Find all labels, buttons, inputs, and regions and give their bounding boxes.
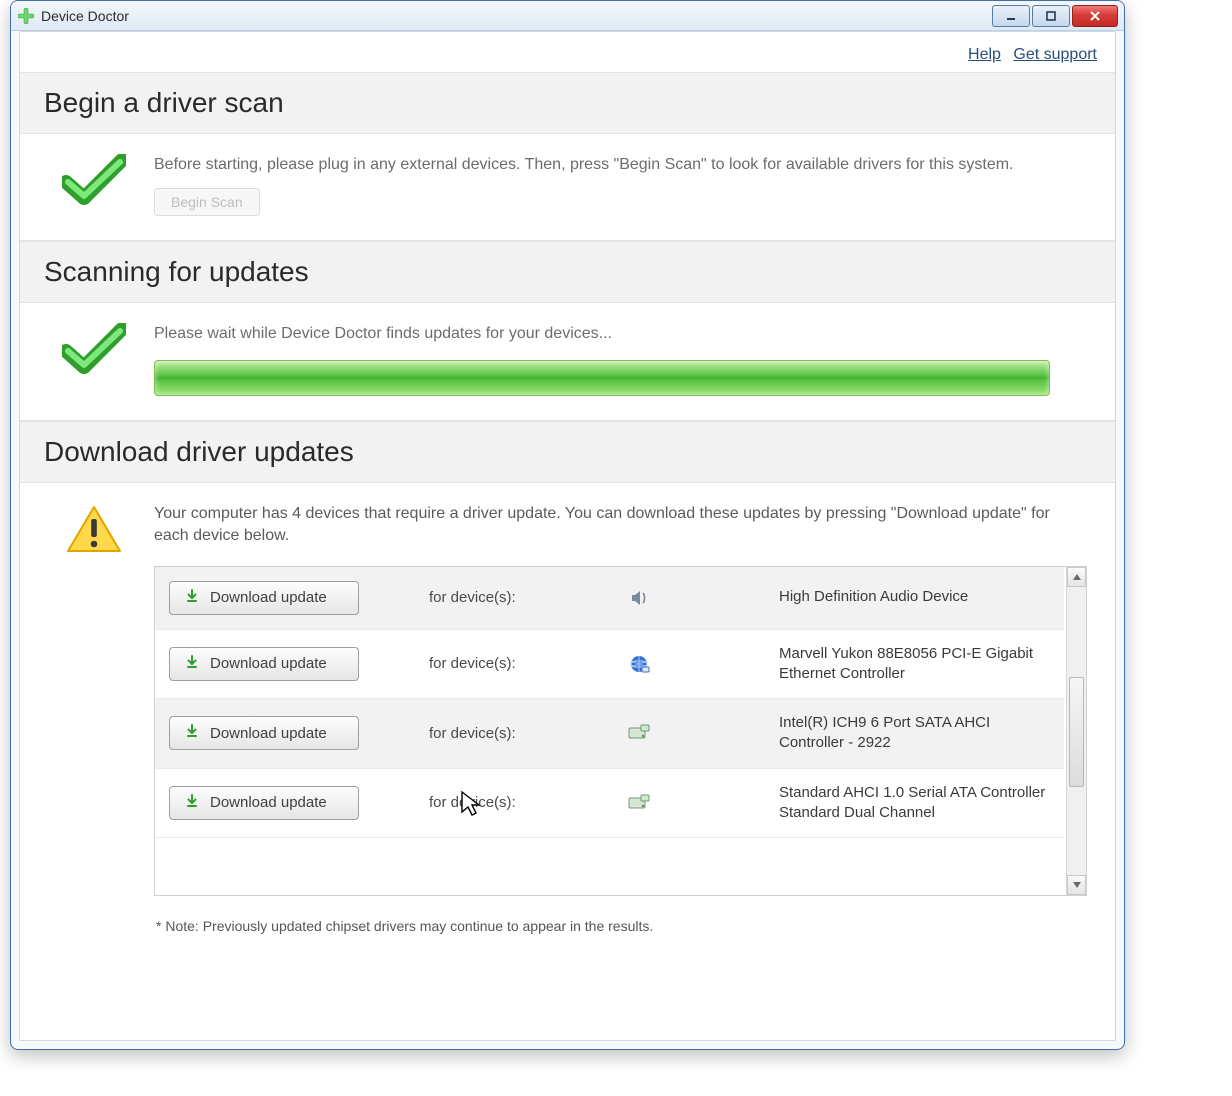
- scan-section-body: Before starting, please plug in any exte…: [20, 134, 1115, 241]
- download-section-heading: Download driver updates: [20, 421, 1115, 483]
- download-arrow-icon: [184, 793, 200, 813]
- begin-scan-button-label: Begin Scan: [171, 194, 243, 210]
- device-name: Standard AHCI 1.0 Serial ATA ControllerS…: [779, 783, 1050, 824]
- download-arrow-icon: [184, 588, 200, 608]
- scan-instructions: Before starting, please plug in any exte…: [154, 154, 1087, 176]
- scan-progress-bar: [154, 360, 1050, 396]
- device-name: Intel(R) ICH9 6 Port SATA AHCI Controlle…: [779, 713, 1050, 754]
- minimize-button[interactable]: [992, 5, 1030, 27]
- checkmark-icon: [62, 154, 126, 206]
- device-name: High Definition Audio Device: [779, 587, 1050, 607]
- scanning-section-heading: Scanning for updates: [20, 241, 1115, 303]
- download-list: Download update for device(s): High Defini…: [154, 566, 1087, 896]
- download-arrow-icon: [184, 654, 200, 674]
- download-update-button[interactable]: Download update: [169, 647, 359, 681]
- download-row: Download update for device(s): Intel(R) IC…: [155, 699, 1064, 769]
- download-update-button[interactable]: Download update: [169, 786, 359, 820]
- support-link[interactable]: Get support: [1013, 46, 1097, 63]
- scanning-status: Please wait while Device Doctor finds up…: [154, 323, 1087, 345]
- download-button-label: Download update: [210, 725, 327, 742]
- download-arrow-icon: [184, 723, 200, 743]
- scroll-track[interactable]: [1067, 587, 1086, 875]
- help-link[interactable]: Help: [968, 46, 1001, 63]
- download-update-button[interactable]: Download update: [169, 716, 359, 750]
- download-row: Download update for device(s): High Defini…: [155, 567, 1064, 630]
- warning-icon: [62, 503, 126, 555]
- titlebar[interactable]: Device Doctor: [11, 1, 1124, 31]
- client-area: Help Get support Begin a driver scan Bef…: [19, 31, 1116, 1041]
- download-summary: Your computer has 4 devices that require…: [154, 503, 1087, 548]
- app-title: Device Doctor: [41, 8, 129, 24]
- download-update-button[interactable]: Download update: [169, 581, 359, 615]
- scroll-up-button[interactable]: [1067, 567, 1086, 587]
- download-section-body: Your computer has 4 devices that require…: [20, 483, 1115, 958]
- scanning-section-body: Please wait while Device Doctor finds up…: [20, 303, 1115, 420]
- storage-icon: [619, 724, 659, 742]
- download-button-label: Download update: [210, 794, 327, 811]
- for-devices-label: for device(s):: [429, 589, 579, 606]
- begin-scan-button[interactable]: Begin Scan: [154, 188, 260, 216]
- for-devices-label: for device(s):: [429, 794, 579, 811]
- device-name: Marvell Yukon 88E8056 PCI-E Gigabit Ethe…: [779, 644, 1050, 685]
- window-controls: [992, 5, 1118, 27]
- download-button-label: Download update: [210, 589, 327, 606]
- download-row: Download update for device(s): Marvell Yuk…: [155, 630, 1064, 700]
- checkmark-icon: [62, 323, 126, 375]
- scrollbar[interactable]: [1066, 567, 1086, 895]
- scroll-thumb[interactable]: [1069, 677, 1084, 787]
- network-icon: [619, 653, 659, 675]
- speaker-icon: [619, 588, 659, 608]
- close-button[interactable]: [1072, 5, 1118, 27]
- download-button-label: Download update: [210, 655, 327, 672]
- scan-section-heading: Begin a driver scan: [20, 72, 1115, 134]
- for-devices-label: for device(s):: [429, 725, 579, 742]
- application-window: Device Doctor Help Get support Begin a d…: [10, 0, 1125, 1050]
- top-links: Help Get support: [20, 32, 1115, 72]
- storage-icon: [619, 794, 659, 812]
- maximize-button[interactable]: [1032, 5, 1070, 27]
- for-devices-label: for device(s):: [429, 655, 579, 672]
- app-icon: [17, 7, 35, 25]
- scroll-down-button[interactable]: [1067, 875, 1086, 895]
- download-row: Download update for device(s): Standard AH…: [155, 769, 1064, 839]
- download-note: * Note: Previously updated chipset drive…: [156, 918, 1087, 934]
